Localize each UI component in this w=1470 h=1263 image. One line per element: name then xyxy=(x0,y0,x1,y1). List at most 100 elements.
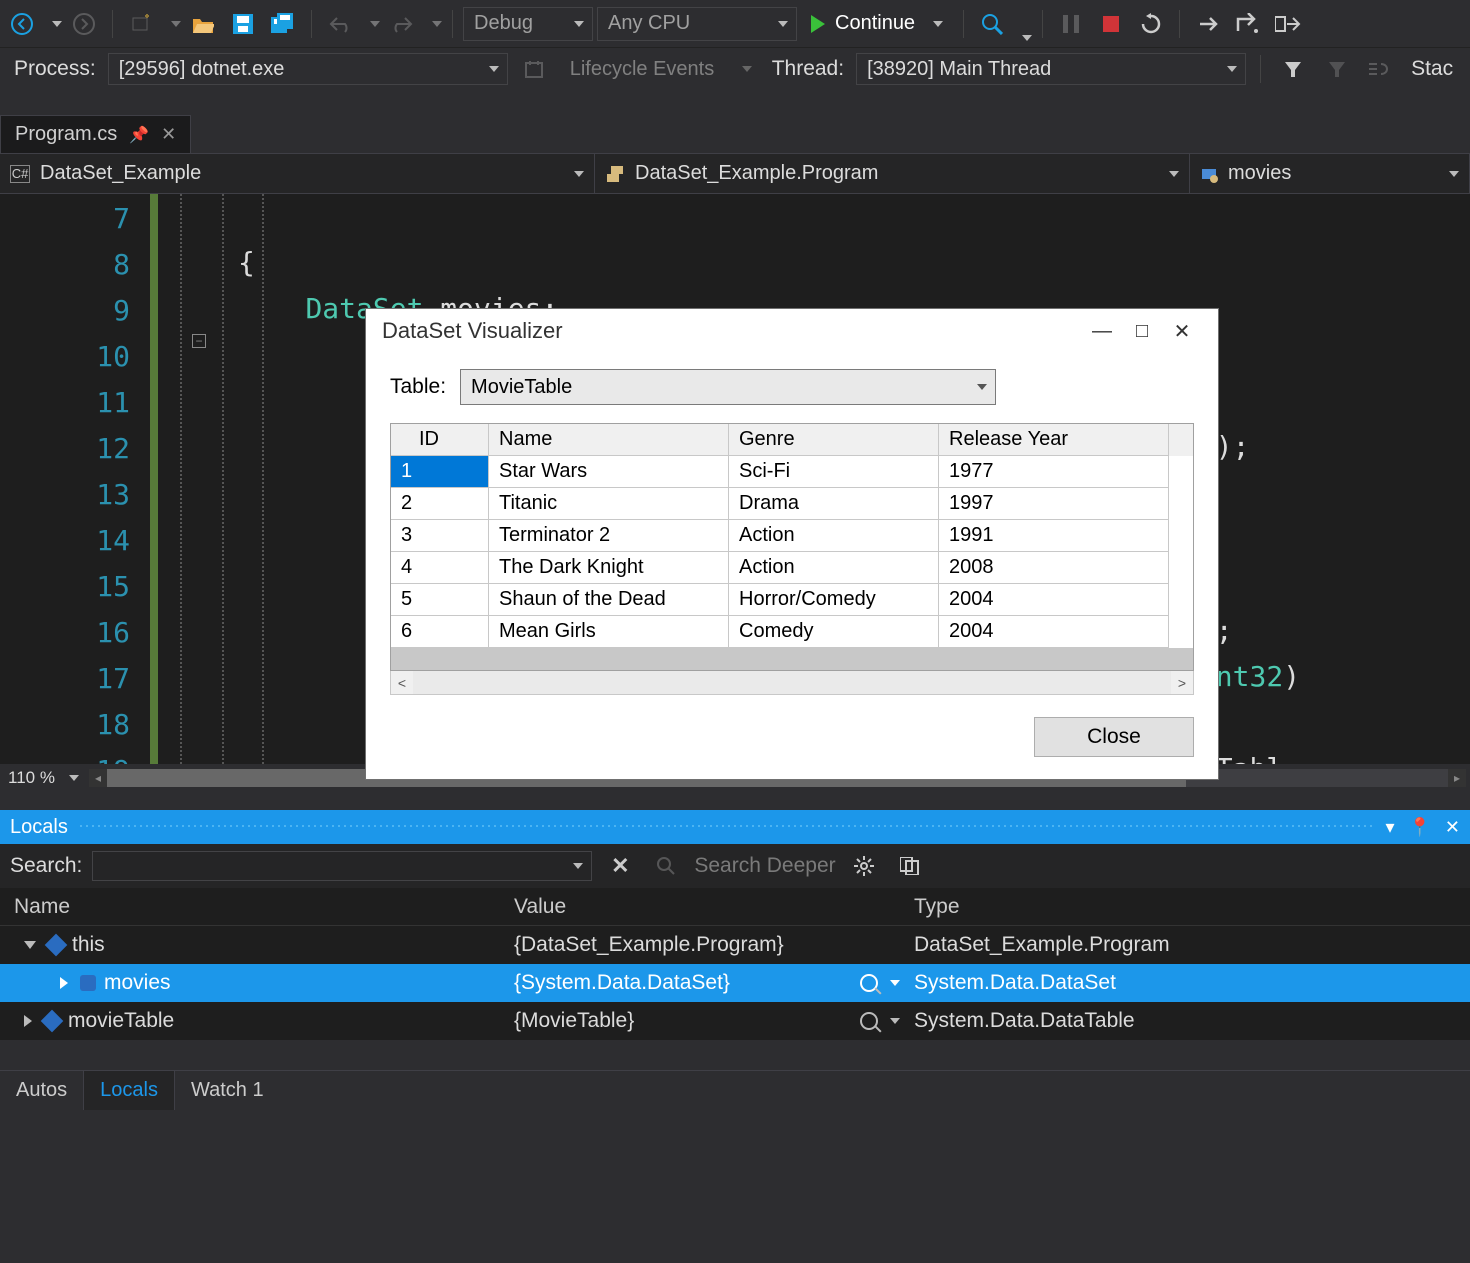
columns-icon[interactable] xyxy=(892,848,928,884)
scroll-left-icon[interactable]: ◂ xyxy=(89,769,107,787)
expand-toggle-icon[interactable] xyxy=(60,977,68,989)
step-over-button[interactable] xyxy=(1230,6,1266,42)
cell: 1 xyxy=(391,456,489,488)
undo-dropdown-icon[interactable] xyxy=(370,21,380,27)
configuration-combo[interactable]: Debug xyxy=(463,7,593,41)
fold-toggle[interactable]: − xyxy=(192,334,206,348)
table-row[interactable]: 6 Mean Girls Comedy 2004 xyxy=(391,616,1193,648)
col-genre[interactable]: Genre xyxy=(729,424,939,456)
chevron-down-icon xyxy=(890,980,900,986)
forward-button[interactable] xyxy=(66,6,102,42)
tab-autos[interactable]: Autos xyxy=(0,1071,83,1110)
close-label: Close xyxy=(1087,725,1141,749)
threads-icon[interactable] xyxy=(1363,51,1399,87)
search-input[interactable] xyxy=(92,851,592,881)
scroll-right-icon[interactable]: ▸ xyxy=(1448,769,1466,787)
redo-dropdown-icon[interactable] xyxy=(432,21,442,27)
filter-icon[interactable] xyxy=(1275,51,1311,87)
tab-watch1[interactable]: Watch 1 xyxy=(175,1071,280,1110)
undo-button[interactable] xyxy=(322,6,358,42)
locals-panel-header[interactable]: Locals ▾ 📍 ✕ xyxy=(0,810,1470,844)
table-label: Table: xyxy=(390,375,446,399)
new-item-button[interactable] xyxy=(123,6,159,42)
open-file-button[interactable] xyxy=(185,6,221,42)
column-value[interactable]: Value xyxy=(500,895,900,919)
clear-search-button[interactable]: ✕ xyxy=(602,848,638,884)
chevron-down-icon xyxy=(574,21,584,27)
scrollbar-track[interactable] xyxy=(413,671,1171,694)
pin-icon[interactable]: 📌 xyxy=(129,125,149,145)
locals-row[interactable]: this {DataSet_Example.Program} DataSet_E… xyxy=(0,926,1470,964)
maximize-button[interactable]: □ xyxy=(1122,320,1162,343)
navigation-bar: C# DataSet_Example DataSet_Example.Progr… xyxy=(0,154,1470,194)
continue-button[interactable]: Continue xyxy=(801,6,953,42)
thread-combo[interactable]: [38920] Main Thread xyxy=(856,53,1246,85)
step-out-button[interactable] xyxy=(1270,6,1306,42)
table-row[interactable]: 3 Terminator 2 Action 1991 xyxy=(391,520,1193,552)
close-button[interactable]: ✕ xyxy=(1162,319,1202,344)
visualizer-button[interactable] xyxy=(860,1012,900,1030)
process-combo[interactable]: [29596] dotnet.exe xyxy=(108,53,508,85)
cell: Star Wars xyxy=(489,456,729,488)
close-icon[interactable]: ✕ xyxy=(1445,817,1460,838)
locals-search-bar: Search: ✕ Search Deeper xyxy=(0,844,1470,888)
cell: 2004 xyxy=(939,584,1169,616)
column-type[interactable]: Type xyxy=(900,895,1430,919)
close-dialog-button[interactable]: Close xyxy=(1034,717,1194,757)
namespace-combo[interactable]: C# DataSet_Example xyxy=(0,154,595,193)
separator xyxy=(112,10,113,38)
locals-row[interactable]: movies {System.Data.DataSet} System.Data… xyxy=(0,964,1470,1002)
minimize-button[interactable]: — xyxy=(1082,320,1122,343)
table-combo[interactable]: MovieTable xyxy=(460,369,996,405)
settings-icon[interactable] xyxy=(846,848,882,884)
class-combo[interactable]: DataSet_Example.Program xyxy=(595,154,1190,193)
zoom-combo[interactable]: 110 % xyxy=(8,766,79,790)
expand-toggle-icon[interactable] xyxy=(24,1015,32,1027)
save-all-button[interactable] xyxy=(265,6,301,42)
lifecycle-icon[interactable] xyxy=(516,51,552,87)
table-row[interactable]: 4 The Dark Knight Action 2008 xyxy=(391,552,1193,584)
chevron-down-icon xyxy=(489,66,499,72)
scroll-left-icon[interactable]: < xyxy=(391,675,413,691)
find-button[interactable] xyxy=(974,6,1010,42)
find-dropdown-icon[interactable] xyxy=(1022,35,1032,41)
panel-grip[interactable] xyxy=(78,823,1376,831)
lifecycle-combo[interactable]: Lifecycle Events xyxy=(560,53,760,85)
step-into-button[interactable] xyxy=(1190,6,1226,42)
restart-button[interactable] xyxy=(1133,6,1169,42)
table-row[interactable]: 1 Star Wars Sci-Fi 1977 xyxy=(391,456,1193,488)
dialog-titlebar[interactable]: DataSet Visualizer — □ ✕ xyxy=(366,309,1218,353)
back-button[interactable] xyxy=(4,6,40,42)
search-deeper-label[interactable]: Search Deeper xyxy=(694,854,835,878)
new-item-dropdown-icon[interactable] xyxy=(171,21,181,27)
col-id[interactable]: ID xyxy=(391,424,489,456)
grid-header: Name Value Type xyxy=(0,888,1470,926)
member-value: movies xyxy=(1228,162,1291,185)
document-tab[interactable]: Program.cs 📌 ✕ xyxy=(0,115,191,153)
member-combo[interactable]: movies xyxy=(1190,154,1470,193)
stop-button[interactable] xyxy=(1093,6,1129,42)
tab-locals[interactable]: Locals xyxy=(83,1070,175,1110)
redo-button[interactable] xyxy=(384,6,420,42)
locals-grid: Name Value Type this {DataSet_Example.Pr… xyxy=(0,888,1470,1040)
back-dropdown-icon[interactable] xyxy=(52,21,62,27)
flag-icon[interactable] xyxy=(1319,51,1355,87)
col-release[interactable]: Release Year xyxy=(939,424,1169,456)
window-position-icon[interactable]: ▾ xyxy=(1385,817,1394,838)
scroll-right-icon[interactable]: > xyxy=(1171,675,1193,691)
platform-combo[interactable]: Any CPU xyxy=(597,7,797,41)
locals-row[interactable]: movieTable {MovieTable} System.Data.Data… xyxy=(0,1002,1470,1040)
close-icon[interactable]: ✕ xyxy=(161,124,176,145)
table-row[interactable]: 5 Shaun of the Dead Horror/Comedy 2004 xyxy=(391,584,1193,616)
save-button[interactable] xyxy=(225,6,261,42)
table-horizontal-scrollbar[interactable]: < > xyxy=(390,671,1194,695)
pause-button[interactable] xyxy=(1053,6,1089,42)
table-row[interactable]: 2 Titanic Drama 1997 xyxy=(391,488,1193,520)
search-deeper-icon[interactable] xyxy=(648,848,684,884)
separator xyxy=(1042,10,1043,38)
expand-toggle-icon[interactable] xyxy=(24,941,36,949)
column-name[interactable]: Name xyxy=(0,895,500,919)
pin-icon[interactable]: 📍 xyxy=(1408,817,1430,838)
col-name[interactable]: Name xyxy=(489,424,729,456)
visualizer-button[interactable] xyxy=(860,974,900,992)
